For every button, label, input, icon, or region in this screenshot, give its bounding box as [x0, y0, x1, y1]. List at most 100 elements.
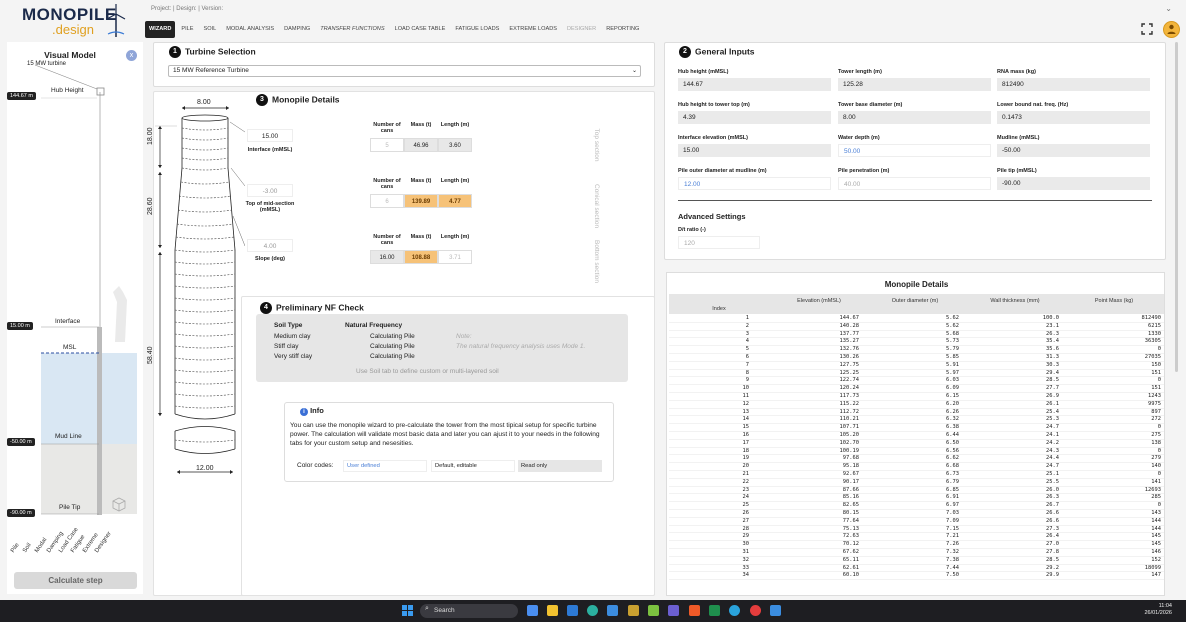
taskbar-search[interactable]: Search [420, 604, 518, 618]
tab-pile[interactable]: PILE [177, 21, 197, 38]
page-scrollbar[interactable] [1175, 42, 1178, 372]
table-cell: 87.66 [842, 486, 859, 493]
tab-transfer-functions[interactable]: TRANSFER FUNCTIONS [316, 21, 388, 38]
general-input-field[interactable]: 12.00 [678, 177, 831, 190]
general-input-field[interactable]: 50.00 [838, 144, 991, 157]
slope-input[interactable]: 4.00 [247, 239, 293, 252]
table-cell: 4 [745, 338, 749, 345]
tab-soil[interactable]: SOIL [200, 21, 221, 38]
taskbar-search-label: Search [434, 607, 455, 614]
general-input-field[interactable]: 125.28 [838, 78, 991, 91]
general-input-field[interactable]: 812490 [997, 78, 1150, 91]
dt-ratio-input[interactable]: 120 [678, 236, 760, 249]
table-cell: 6.79 [946, 478, 959, 485]
section-length-cell[interactable]: 4.77 [438, 194, 472, 208]
tab-fatigue-loads[interactable]: FATIGUE LOADS [451, 21, 503, 38]
tab-load-case-table[interactable]: LOAD CASE TABLE [391, 21, 450, 38]
table-cell: 0 [1157, 502, 1161, 509]
table-cell: 145 [1151, 541, 1161, 548]
table-cell: 26.9 [1046, 392, 1059, 399]
section-mass-cell[interactable]: 46.96 [404, 138, 438, 152]
taskbar-tool-icon[interactable] [648, 605, 659, 616]
telegram-icon[interactable] [729, 605, 740, 616]
general-input-field[interactable]: 40.00 [838, 177, 991, 190]
table-cell: 5.73 [946, 338, 959, 345]
general-input-field[interactable]: -90.00 [997, 177, 1150, 190]
app-blue-icon[interactable] [770, 605, 781, 616]
table-cell: 24.7 [1046, 424, 1059, 431]
soil-type-row-2: Stiff clay [274, 343, 299, 350]
search-icon: ⌕ [425, 605, 429, 612]
table-cell: 62.61 [842, 564, 859, 571]
step-pile[interactable]: Pile [10, 542, 21, 554]
table-title: Monopile Details [884, 280, 949, 289]
col-outer-diameter: Outer diameter (m) [891, 298, 939, 304]
general-input-field[interactable]: 0.1473 [997, 111, 1150, 124]
table-cell: 6.56 [946, 447, 959, 454]
outlook-icon[interactable] [567, 605, 578, 616]
advanced-settings-title: Advanced Settings [678, 212, 746, 221]
tab-extreme-loads[interactable]: EXTREME LOADS [505, 21, 561, 38]
excel-icon[interactable] [709, 605, 720, 616]
table-body: 1 144.67 5.62 100.0 812490 2 140.28 5.62 23.1 621… [669, 315, 1164, 581]
fullscreen-icon[interactable] [1141, 23, 1153, 35]
notepad-icon[interactable] [607, 605, 618, 616]
section-cans-cell[interactable]: 5 [370, 138, 404, 152]
color-codes-label: Color codes: [297, 462, 334, 469]
general-input-label: RNA mass (kg) [997, 69, 1036, 75]
teams-icon[interactable] [668, 605, 679, 616]
tab-reporting[interactable]: REPORTING [602, 21, 643, 38]
collapse-chevron-icon[interactable]: ⌄ [1165, 4, 1172, 13]
taskbar-app-icon[interactable] [527, 605, 538, 616]
edge-icon[interactable] [587, 605, 598, 616]
table-cell: 25 [742, 502, 750, 509]
section-length-cell[interactable]: 3.60 [438, 138, 472, 152]
general-input-field[interactable]: 15.00 [678, 144, 831, 157]
table-cell: 146 [1151, 548, 1161, 555]
section-length-cell[interactable]: 3.71 [438, 250, 472, 264]
table-cell: 1243 [1148, 392, 1161, 399]
step-modal[interactable]: Modal [34, 537, 48, 554]
table-cell: 29.4 [1046, 369, 1059, 376]
tab-designer[interactable]: DESIGNER [563, 21, 600, 38]
user-avatar[interactable] [1163, 21, 1180, 38]
app-red-icon[interactable] [750, 605, 761, 616]
section-col-header: Length (m) [440, 234, 470, 240]
step-soil[interactable]: Soil [22, 542, 33, 554]
table-cell: 85.16 [842, 494, 859, 501]
file-explorer-icon[interactable] [547, 605, 558, 616]
general-input-field[interactable]: 144.67 [678, 78, 831, 91]
general-input-label: Pile outer diameter at mudline (m) [678, 168, 767, 174]
col-elevation: Elevation (mMSL) [797, 298, 841, 304]
top-mid-section-input[interactable]: -3.00 [247, 184, 293, 197]
table-row: 22 90.17 6.79 25.5 141 [669, 479, 1164, 487]
table-cell: 272 [1151, 416, 1161, 423]
table-cell: 132.76 [839, 346, 859, 353]
general-input-field[interactable]: 8.00 [838, 111, 991, 124]
turbine-select[interactable]: 15 MW Reference Turbine ⌄ [168, 65, 641, 77]
table-row: 20 95.18 6.68 24.7 140 [669, 463, 1164, 471]
section-mass-cell[interactable]: 139.89 [404, 194, 438, 208]
general-input-field[interactable]: 4.39 [678, 111, 831, 124]
table-cell: 60.10 [842, 572, 859, 579]
section-cans-cell[interactable]: 6 [370, 194, 404, 208]
general-input-field[interactable]: -50.00 [997, 144, 1150, 157]
table-cell: 143 [1151, 509, 1161, 516]
table-row: 29 72.63 7.21 26.4 145 [669, 533, 1164, 542]
table-cell: 105.20 [839, 431, 859, 438]
windows-start-icon[interactable] [402, 605, 413, 616]
tab-damping[interactable]: DAMPING [280, 21, 314, 38]
calculate-step-button[interactable]: Calculate step [14, 572, 137, 589]
section-mass-cell[interactable]: 108.88 [404, 250, 438, 264]
table-row: 17 102.70 6.50 24.2 138 [669, 440, 1164, 448]
tab-modal-analysis[interactable]: MODAL ANALYSIS [222, 21, 278, 38]
tab-wizard[interactable]: WIZARD [145, 21, 176, 38]
level-hub-height-value: 144.67 m [7, 92, 36, 100]
section-cans-cell[interactable]: 16.00 [370, 250, 404, 264]
table-cell: 92.67 [842, 470, 859, 477]
brave-icon[interactable] [689, 605, 700, 616]
table-cell: 24 [742, 494, 750, 501]
sublime-icon[interactable] [628, 605, 639, 616]
table-row: 21 92.67 6.73 25.1 0 [669, 471, 1164, 479]
interface-input[interactable]: 15.00 [247, 129, 293, 142]
